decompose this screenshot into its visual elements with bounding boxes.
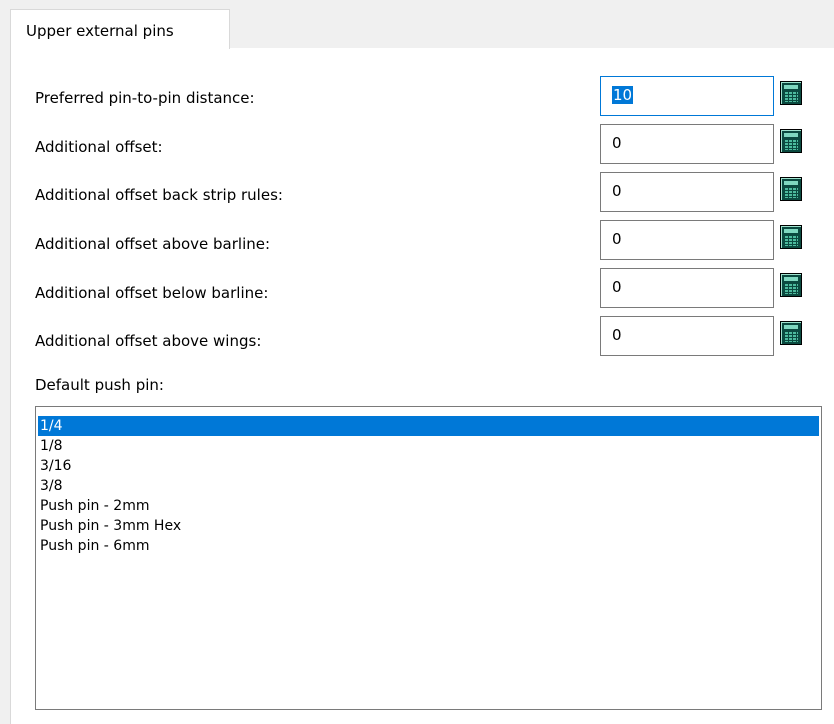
- tab-upper-external-pins[interactable]: Upper external pins: [10, 9, 230, 49]
- offset-back-strip-rules-value: 0: [612, 182, 622, 200]
- calculator-icon[interactable]: [780, 225, 802, 249]
- preferred-distance-label: Preferred pin-to-pin distance:: [35, 89, 255, 107]
- list-item[interactable]: 1/8: [38, 436, 819, 456]
- preferred-distance-input[interactable]: 10: [600, 76, 774, 116]
- list-item[interactable]: Push pin - 2mm: [38, 496, 819, 516]
- list-item[interactable]: Push pin - 6mm: [38, 536, 819, 556]
- additional-offset-label: Additional offset:: [35, 138, 163, 156]
- offset-below-barline-value: 0: [612, 278, 622, 296]
- offset-above-wings-value: 0: [612, 326, 622, 344]
- calculator-icon[interactable]: [780, 177, 802, 201]
- list-item[interactable]: 3/8: [38, 476, 819, 496]
- additional-offset-value: 0: [612, 134, 622, 152]
- additional-offset-input[interactable]: 0: [600, 124, 774, 164]
- offset-back-strip-rules-input[interactable]: 0: [600, 172, 774, 212]
- default-push-pin-label: Default push pin:: [35, 376, 164, 394]
- calculator-icon[interactable]: [780, 81, 802, 105]
- preferred-distance-value: 10: [612, 86, 634, 104]
- calculator-icon[interactable]: [780, 273, 802, 297]
- offset-below-barline-label: Additional offset below barline:: [35, 284, 269, 302]
- list-item[interactable]: 1/4: [38, 416, 819, 436]
- offset-below-barline-input[interactable]: 0: [600, 268, 774, 308]
- push-pin-listbox[interactable]: 1/4 1/8 3/16 3/8 Push pin - 2mm Push pin…: [35, 406, 822, 710]
- offset-above-barline-value: 0: [612, 230, 622, 248]
- offset-above-wings-input[interactable]: 0: [600, 316, 774, 356]
- offset-back-strip-rules-label: Additional offset back strip rules:: [35, 186, 283, 204]
- calculator-icon[interactable]: [780, 321, 802, 345]
- list-item[interactable]: Push pin - 3mm Hex: [38, 516, 819, 536]
- offset-above-barline-label: Additional offset above barline:: [35, 235, 271, 253]
- offset-above-wings-label: Additional offset above wings:: [35, 332, 262, 350]
- offset-above-barline-input[interactable]: 0: [600, 220, 774, 260]
- calculator-icon[interactable]: [780, 129, 802, 153]
- list-item[interactable]: 3/16: [38, 456, 819, 476]
- tab-label: Upper external pins: [26, 22, 174, 40]
